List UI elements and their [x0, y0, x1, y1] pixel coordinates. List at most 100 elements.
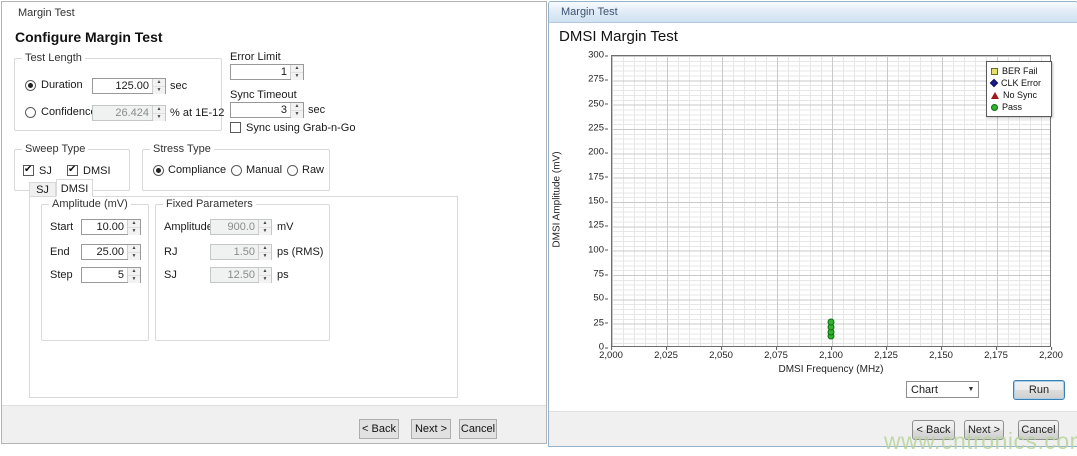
confidence-label: Confidence — [41, 106, 97, 118]
next-button[interactable]: Next > — [411, 419, 451, 439]
y-tick-label: 300 — [588, 50, 604, 61]
sync-timeout-label: Sync Timeout — [230, 89, 297, 101]
legend-item: CLK Error — [991, 77, 1047, 89]
stress-raw-radio[interactable] — [287, 165, 298, 176]
fixed-amplitude-spinner: 900.0 — [210, 219, 272, 235]
sync-timeout-spin-buttons[interactable] — [290, 103, 303, 117]
fixed-parameters-group: Fixed Parameters Amplitude 900.0 mV RJ 1… — [155, 204, 330, 341]
stress-raw-label: Raw — [302, 164, 324, 176]
run-button[interactable]: Run — [1013, 380, 1065, 400]
legend-label: Pass — [1002, 102, 1022, 112]
fixed-sj-spin-buttons — [258, 268, 271, 282]
page-title: Configure Margin Test — [15, 29, 163, 45]
sweep-sj-label: SJ — [39, 165, 52, 177]
test-length-group: Test Length Duration 125.00 sec Confiden… — [14, 58, 222, 131]
left-window-title: Margin Test — [18, 7, 75, 19]
duration-value: 125.00 — [93, 79, 152, 93]
y-tick-label: 150 — [588, 196, 604, 207]
legend-item: No Sync — [991, 89, 1047, 101]
fixed-amplitude-label: Amplitude — [164, 221, 213, 233]
chart-plot-area — [611, 55, 1051, 347]
stress-manual-label: Manual — [246, 164, 282, 176]
stress-compliance-radio[interactable] — [153, 165, 164, 176]
legend-label: BER Fail — [1002, 66, 1038, 76]
sweep-sj-checkbox[interactable] — [23, 165, 34, 176]
y-tick-label: 100 — [588, 244, 604, 255]
x-tick-label: 2,100 — [819, 350, 843, 361]
tab-sj[interactable]: SJ — [29, 182, 56, 197]
confidence-radio[interactable] — [25, 107, 36, 118]
confidence-unit: % at 1E-12 — [170, 107, 224, 119]
circle-marker-icon — [991, 104, 998, 111]
y-tick-label: 50 — [593, 293, 604, 304]
start-value: 10.00 — [82, 220, 127, 234]
start-label: Start — [50, 221, 73, 233]
y-tick-label: 250 — [588, 98, 604, 109]
duration-spinner[interactable]: 125.00 — [92, 78, 166, 94]
x-axis-title: DMSI Frequency (MHz) — [611, 364, 1051, 375]
x-tick-label: 2,075 — [764, 350, 788, 361]
left-window-titlebar: Margin Test — [2, 2, 546, 24]
sweep-type-legend: Sweep Type — [22, 143, 88, 155]
tab-dmsi[interactable]: DMSI — [56, 179, 93, 197]
x-tick-label: 2,150 — [929, 350, 953, 361]
step-spinner[interactable]: 5 — [81, 267, 141, 283]
fixed-parameters-legend: Fixed Parameters — [163, 198, 256, 210]
watermark: www.cntronics.com — [884, 428, 1077, 455]
back-button[interactable]: < Back — [359, 419, 399, 439]
amplitude-group: Amplitude (mV) Start 10.00 End 25.00 Ste… — [41, 204, 149, 341]
start-spinner[interactable]: 10.00 — [81, 219, 141, 235]
fixed-sj-value: 12.50 — [211, 268, 258, 282]
y-tick-label: 225 — [588, 123, 604, 134]
y-tick-label: 25 — [593, 317, 604, 328]
amplitude-legend: Amplitude (mV) — [49, 198, 131, 210]
x-tick-label: 2,025 — [654, 350, 678, 361]
fixed-amplitude-spin-buttons — [258, 220, 271, 234]
duration-spin-buttons[interactable] — [152, 79, 165, 93]
chevron-down-icon: ▼ — [964, 386, 978, 393]
sweep-dmsi-checkbox[interactable] — [67, 165, 78, 176]
square-marker-icon — [991, 68, 998, 75]
stress-type-legend: Stress Type — [150, 143, 214, 155]
data-point-pass — [828, 318, 835, 325]
triangle-marker-icon — [991, 92, 999, 99]
x-tick-label: 2,050 — [709, 350, 733, 361]
legend-label: CLK Error — [1001, 78, 1041, 88]
view-dropdown-value: Chart — [907, 384, 964, 396]
error-limit-label: Error Limit — [230, 51, 281, 63]
x-tick-label: 2,000 — [599, 350, 623, 361]
sync-timeout-value: 3 — [231, 103, 290, 117]
y-tick-label: 200 — [588, 147, 604, 158]
right-window-title: Margin Test — [561, 6, 618, 18]
error-limit-spinner[interactable]: 1 — [230, 64, 304, 80]
x-axis: 2,0002,0252,0502,0752,1002,1252,1502,175… — [611, 350, 1051, 362]
right-window-titlebar: Margin Test — [549, 2, 1077, 23]
duration-radio[interactable] — [25, 80, 36, 91]
sync-timeout-spinner[interactable]: 3 — [230, 102, 304, 118]
legend-item: Pass — [991, 101, 1047, 113]
step-label: Step — [50, 269, 73, 281]
rj-unit: ps (RMS) — [277, 246, 323, 258]
x-tick-label: 2,175 — [984, 350, 1008, 361]
duration-label: Duration — [41, 79, 83, 91]
dmsi-margin-test-window: Margin Test DMSI Margin Test DMSI Amplit… — [548, 1, 1077, 447]
test-length-legend: Test Length — [22, 52, 85, 64]
sync-grab-n-go-checkbox[interactable] — [230, 122, 241, 133]
error-limit-spin-buttons[interactable] — [290, 65, 303, 79]
y-tick-label: 75 — [593, 269, 604, 280]
end-spin-buttons[interactable] — [127, 245, 140, 259]
rj-value: 1.50 — [211, 245, 258, 259]
step-spin-buttons[interactable] — [127, 268, 140, 282]
cancel-button[interactable]: Cancel — [459, 419, 497, 439]
stress-manual-radio[interactable] — [231, 165, 242, 176]
rj-spinner: 1.50 — [210, 244, 272, 260]
end-value: 25.00 — [82, 245, 127, 259]
end-spinner[interactable]: 25.00 — [81, 244, 141, 260]
stress-compliance-label: Compliance — [168, 164, 226, 176]
y-tick-label: 275 — [588, 74, 604, 85]
start-spin-buttons[interactable] — [127, 220, 140, 234]
legend-label: No Sync — [1003, 90, 1037, 100]
diamond-marker-icon — [990, 79, 998, 87]
view-dropdown[interactable]: Chart ▼ — [906, 381, 979, 398]
step-value: 5 — [82, 268, 127, 282]
